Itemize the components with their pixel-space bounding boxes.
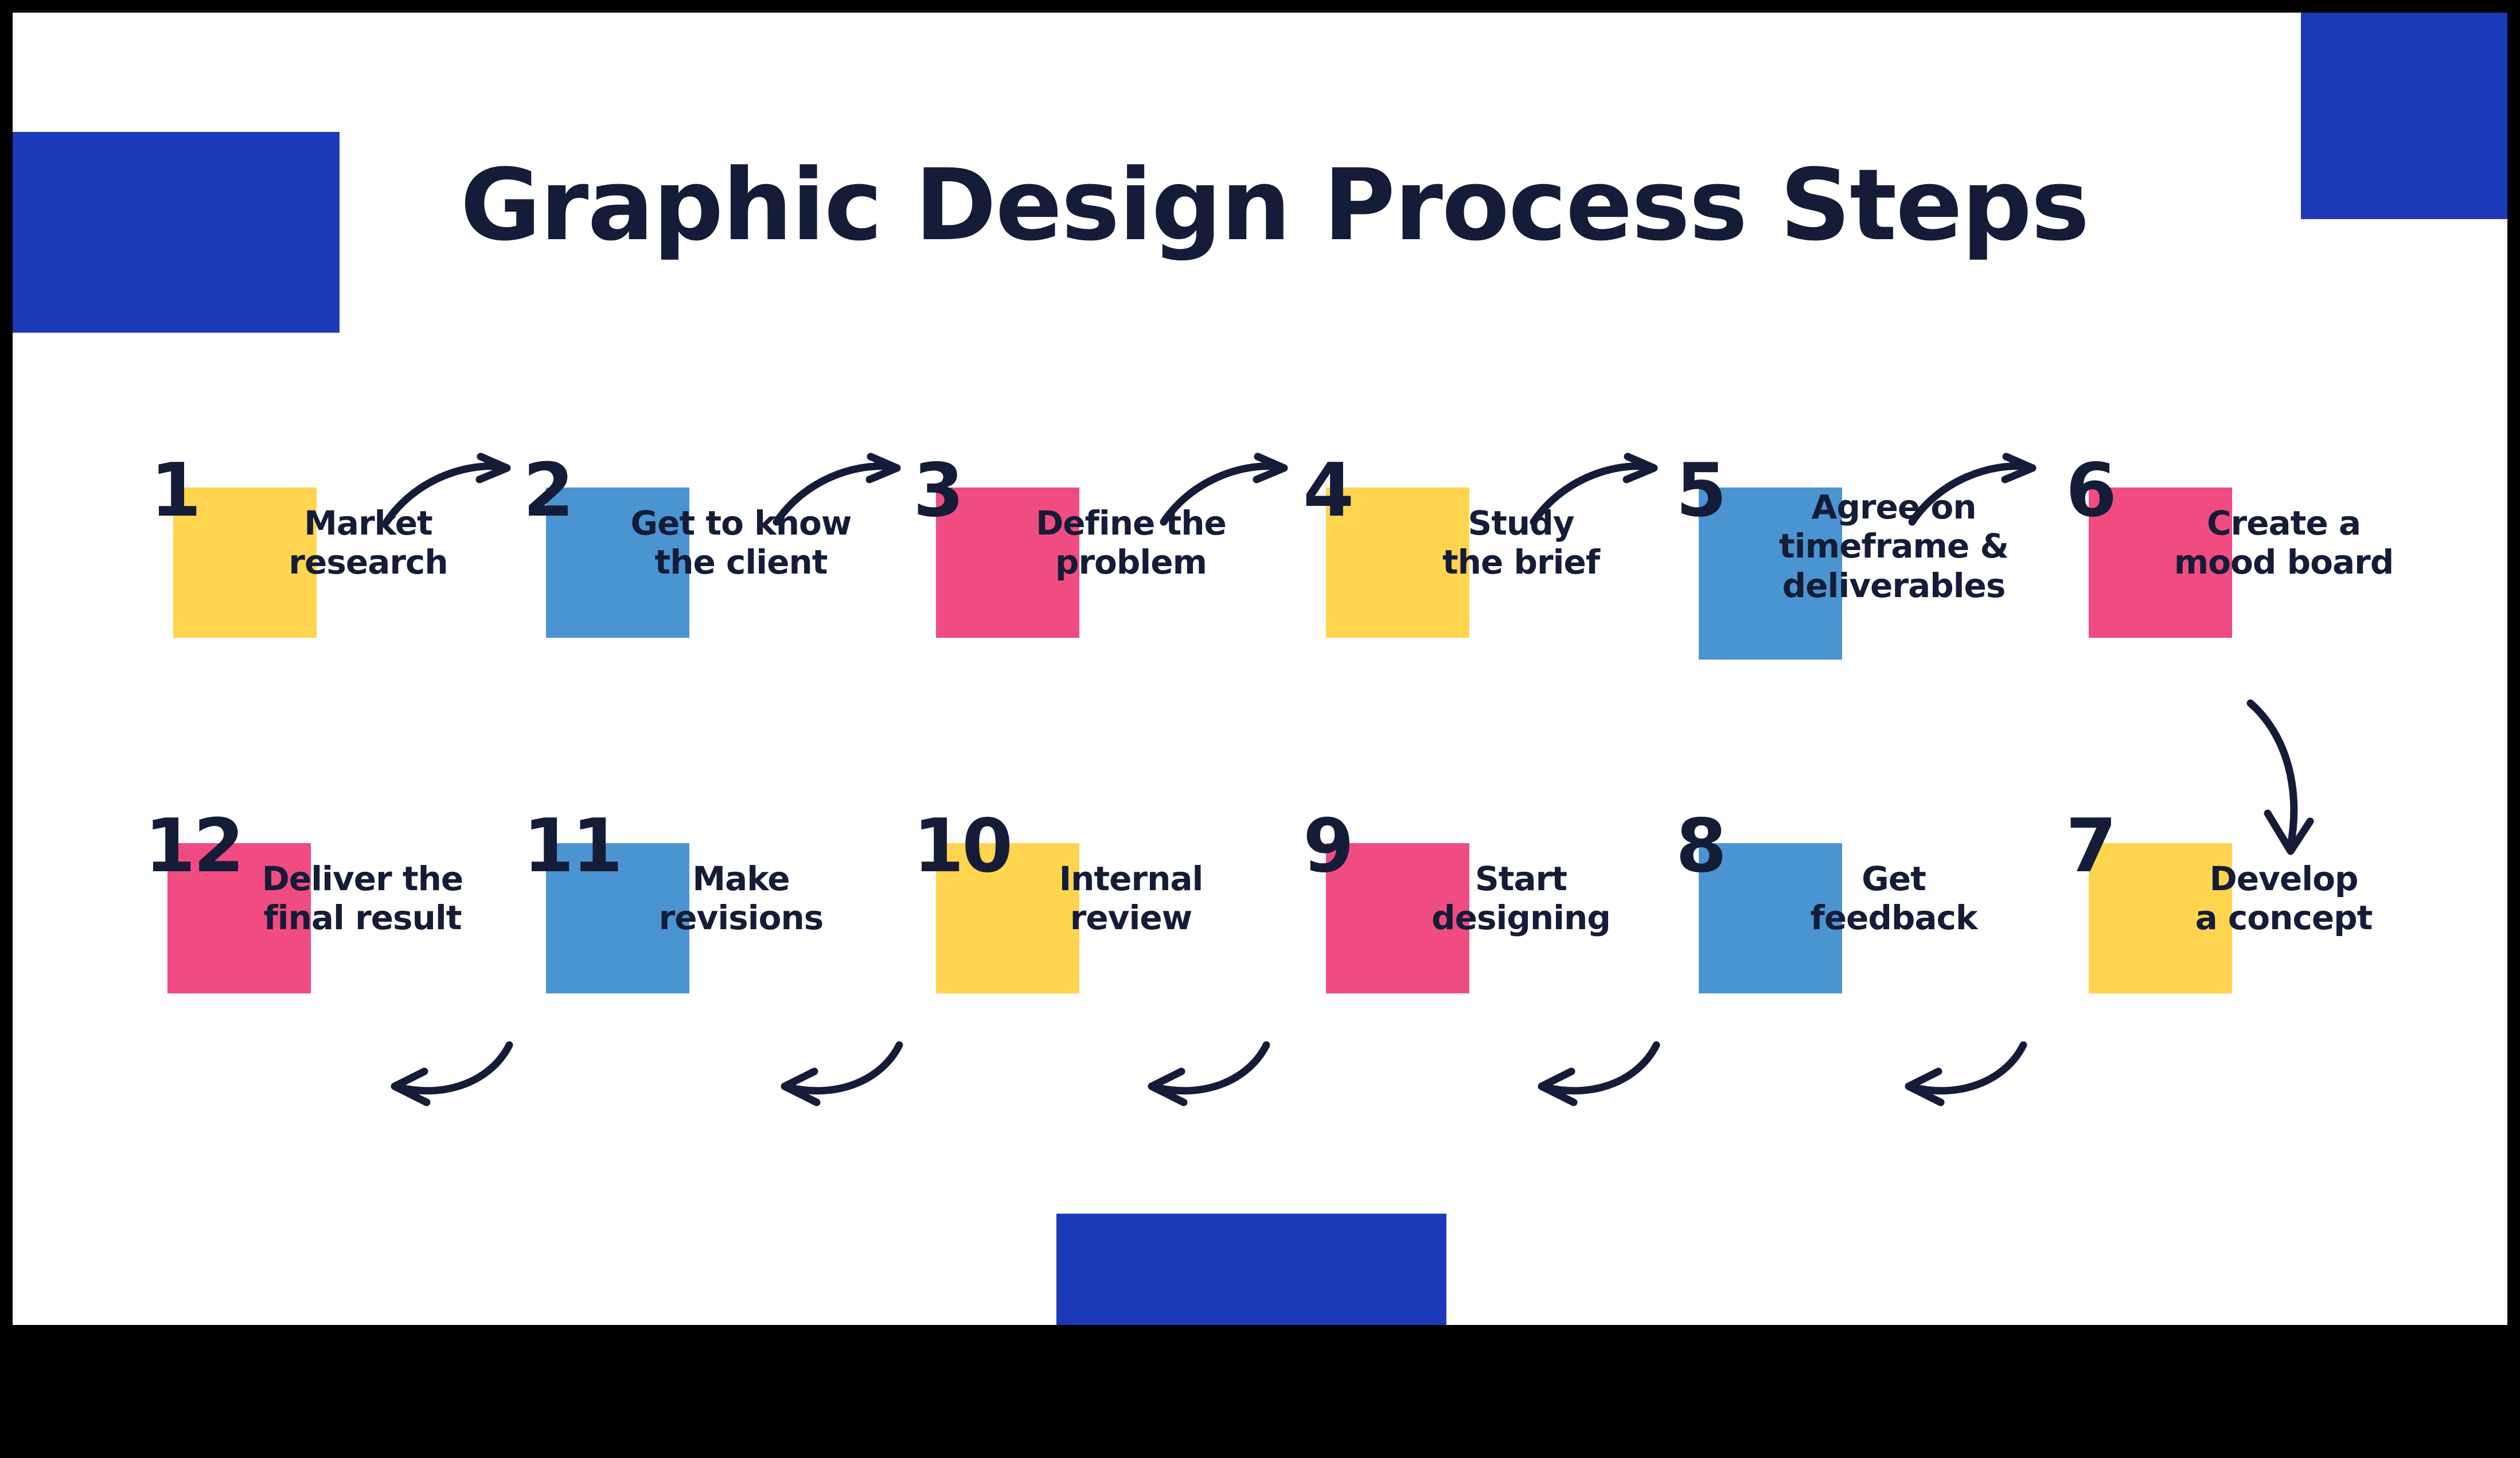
- arrow-12-to-11: [380, 1039, 552, 1114]
- step-label: Start designing: [1431, 859, 1611, 938]
- step-number: 10: [913, 804, 1013, 889]
- step-card-12[interactable]: 12 Deliver the final result: [145, 810, 580, 1051]
- step-label: Get feedback: [1810, 859, 1977, 938]
- top-left-blue-block: [13, 132, 340, 333]
- arrow-9-to-8: [1527, 1039, 1699, 1114]
- arrow-11-to-10: [770, 1039, 942, 1114]
- step-number: 4: [1303, 448, 1354, 533]
- step-number: 5: [1676, 448, 1727, 533]
- step-label: Create a mood board: [2174, 504, 2394, 582]
- step-label: Deliver the final result: [262, 859, 464, 938]
- step-label: Study the brief: [1442, 504, 1600, 582]
- step-number: 8: [1676, 804, 1727, 889]
- arrow-10-to-9: [1137, 1039, 1309, 1114]
- step-number: 3: [913, 448, 964, 533]
- step-card-8[interactable]: 8 Get feedback: [1676, 810, 2112, 1051]
- page-title: Graphic Design Process Steps: [460, 147, 2089, 263]
- step-label: Internal review: [1059, 859, 1204, 938]
- step-number: 9: [1303, 804, 1354, 889]
- arrow-6-to-7: [2238, 695, 2341, 879]
- step-label: Get to know the client: [630, 504, 852, 582]
- step-label: Agree on timeframe & deliverables: [1779, 488, 2009, 605]
- step-number: 6: [2066, 448, 2117, 533]
- step-card-11[interactable]: 11 Make revisions: [523, 810, 959, 1051]
- arrow-8-to-7: [1894, 1039, 2066, 1114]
- bottom-blue-block: [1056, 1214, 1446, 1325]
- poster-canvas: Graphic Design Process Steps 1 Market re…: [13, 13, 2507, 1325]
- step-label: Define the problem: [1036, 504, 1227, 582]
- step-label: Develop a concept: [2195, 859, 2373, 938]
- step-card-6[interactable]: 6 Create a mood board: [2066, 454, 2502, 695]
- step-label: Make revisions: [658, 859, 824, 938]
- step-number: 1: [150, 448, 201, 533]
- step-number: 12: [145, 804, 244, 889]
- step-card-9[interactable]: 9 Start designing: [1303, 810, 1739, 1051]
- poster-frame: Graphic Design Process Steps 1 Market re…: [0, 0, 2520, 1458]
- step-number: 7: [2066, 804, 2117, 889]
- step-card-5[interactable]: 5 Agree on timeframe & deliverables: [1676, 454, 2112, 695]
- step-number: 2: [523, 448, 574, 533]
- step-number: 11: [523, 804, 623, 889]
- step-label: Market research: [288, 504, 448, 582]
- top-right-blue-block: [2301, 13, 2507, 219]
- step-card-10[interactable]: 10 Internal review: [913, 810, 1349, 1051]
